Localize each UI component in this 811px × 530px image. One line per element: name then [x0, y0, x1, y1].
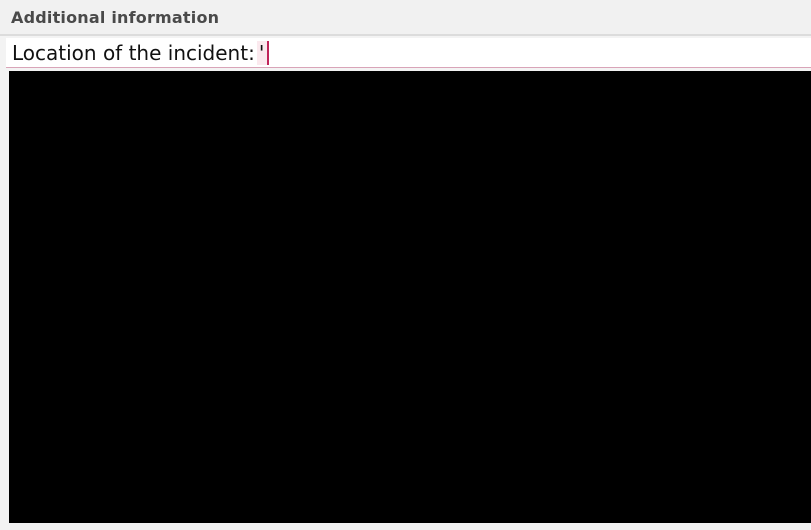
incident-location-input[interactable]: ': [256, 40, 269, 65]
section-header: Additional information: [0, 0, 811, 36]
incident-location-row: Location of the incident: ': [6, 38, 811, 68]
incident-location-label: Location of the incident:: [12, 40, 255, 65]
section-title: Additional information: [11, 7, 220, 27]
additional-information-panel: Additional information Location of the i…: [0, 0, 811, 530]
content-viewport[interactable]: [9, 71, 811, 523]
